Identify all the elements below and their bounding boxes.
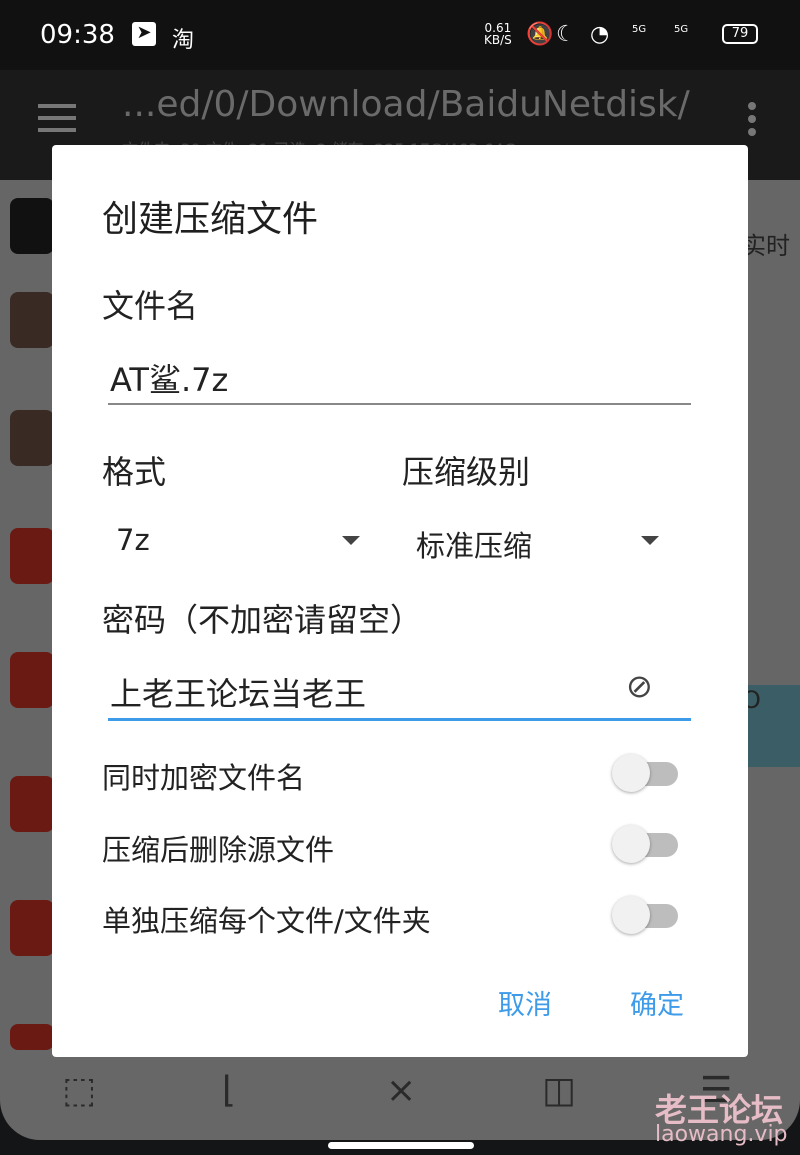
archive-icon[interactable] (10, 410, 54, 466)
menu-icon[interactable] (38, 104, 76, 140)
chevron-down-icon (641, 536, 659, 545)
taobao-icon: 淘 (172, 28, 195, 53)
pdf-icon[interactable] (10, 652, 54, 708)
dialog-title: 创建压缩文件 (102, 199, 319, 240)
create-archive-dialog: 创建压缩文件 文件名 AT鲨.7z 格式 压缩级别 7z 标准压缩 密码（不加密… (52, 145, 748, 1057)
ok-button[interactable]: 确定 (630, 983, 684, 1022)
chevron-down-icon (342, 536, 360, 545)
status-bar: 09:38 ➤ 淘 0.61 KB/S 🔕 ☾ ◔ 5G 5G 79 (0, 0, 800, 70)
telegram-icon: ➤ (132, 22, 156, 46)
format-value: 7z (116, 523, 150, 557)
filename-underline (108, 403, 691, 405)
archive-icon[interactable] (10, 292, 54, 348)
cancel-button[interactable]: 取消 (498, 983, 552, 1022)
filename-label: 文件名 (102, 287, 199, 325)
more-icon[interactable] (748, 102, 756, 141)
level-value: 标准压缩 (416, 529, 533, 563)
select-all-icon[interactable]: ⬚ (62, 1070, 96, 1111)
signal-icon: 5G (632, 24, 647, 35)
pdf-icon[interactable] (10, 776, 54, 832)
password-input[interactable]: 上老王论坛当老王 (110, 669, 366, 715)
signal-icon: 5G (674, 24, 689, 35)
option-label: 同时加密文件名 (102, 761, 306, 795)
row-text: 实时 (742, 232, 790, 260)
moon-icon: ☾ (556, 22, 576, 47)
invert-selection-icon[interactable]: ◫ (542, 1070, 576, 1111)
option-label: 单独压缩每个文件/文件夹 (102, 904, 431, 938)
visibility-off-icon[interactable]: ⊘ (626, 667, 653, 705)
pdf-icon[interactable] (10, 900, 54, 956)
clock: 09:38 (40, 20, 115, 50)
net-speed: 0.61 KB/S (484, 21, 512, 47)
level-label: 压缩级别 (402, 453, 531, 491)
pdf-icon[interactable] (10, 528, 54, 584)
compress-separately-toggle[interactable] (612, 896, 678, 934)
delete-source-toggle[interactable] (612, 825, 678, 863)
option-label: 压缩后删除源文件 (102, 833, 335, 867)
encrypt-filenames-toggle[interactable] (612, 754, 678, 792)
battery-icon: 79 (722, 24, 758, 44)
pdf-icon[interactable] (10, 1024, 54, 1050)
filename-input[interactable]: AT鲨.7z (110, 355, 228, 401)
close-icon[interactable]: × (386, 1070, 416, 1111)
format-label: 格式 (102, 453, 167, 491)
wifi-icon: ◔ (590, 22, 610, 47)
select-range-icon[interactable]: ⌊ (222, 1070, 236, 1111)
watermark-url: laowang.vip (655, 1122, 788, 1147)
mute-icon: 🔕 (526, 22, 554, 47)
folder-icon[interactable] (10, 198, 54, 254)
path-title: ...ed/0/Download/BaiduNetdisk/ (122, 84, 690, 125)
password-underline (108, 718, 691, 721)
home-indicator[interactable] (328, 1142, 474, 1149)
password-label: 密码（不加密请留空） (102, 601, 423, 639)
